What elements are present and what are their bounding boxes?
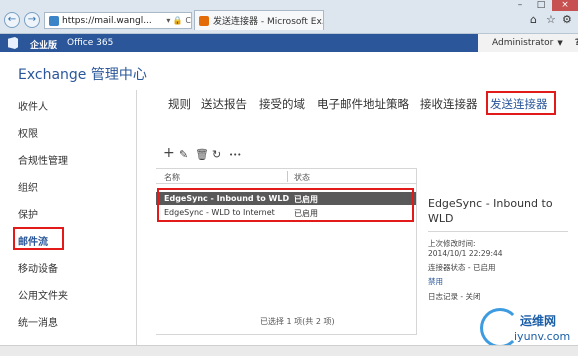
tab-favicon-icon (199, 15, 209, 26)
tab-title: 发送连接器 - Microsoft Ex... (213, 17, 324, 27)
tab-email-address-policies[interactable]: 电子邮件地址策略 (317, 96, 409, 112)
add-icon[interactable]: + (163, 145, 175, 161)
nav-item-mobile[interactable]: 移动设备 (18, 260, 58, 275)
enterprise-link[interactable]: 企业版 (30, 38, 57, 51)
detail-title: EdgeSync - Inbound to WLD (428, 197, 553, 225)
nav-item-permissions[interactable]: 权限 (18, 125, 38, 140)
nav-divider (136, 90, 137, 356)
detail-pane: EdgeSync - Inbound to WLD (428, 196, 568, 226)
admin-name: Administrator (492, 38, 554, 48)
refresh-icon[interactable]: ↻ (212, 148, 221, 161)
browser-chrome: ← → https://mail.wangl... ▾ 🔒 C 发送连接器 - … (0, 0, 578, 34)
home-icon[interactable]: ⌂ (530, 13, 537, 26)
minimize-button[interactable]: – (510, 0, 530, 11)
table-bottom-border (156, 334, 417, 335)
edit-icon[interactable]: ✎ (179, 148, 188, 161)
column-status[interactable]: 状态 (294, 172, 310, 183)
chevron-down-icon: ▼ (557, 39, 563, 47)
highlight-mail-flow (13, 227, 64, 250)
nav-item-compliance[interactable]: 合规性管理 (18, 152, 68, 167)
highlight-send-connectors (486, 91, 556, 115)
column-name[interactable]: 名称 (164, 172, 180, 183)
nav-item-unified-messaging[interactable]: 统一消息 (18, 314, 58, 329)
arrow-left-icon: ← (7, 14, 17, 25)
back-button[interactable]: ← (4, 12, 20, 28)
tab-receive-connectors[interactable]: 接收连接器 (420, 96, 478, 112)
disable-link[interactable]: 禁用 (428, 276, 443, 287)
gear-icon[interactable]: ⚙ (562, 13, 572, 26)
user-menu[interactable]: Administrator ▼ ? (478, 34, 578, 52)
nav-item-organization[interactable]: 组织 (18, 179, 38, 194)
more-icon[interactable]: ••• (229, 151, 241, 159)
table-border (416, 168, 417, 334)
nav-item-public-folders[interactable]: 公用文件夹 (18, 287, 68, 302)
connector-status: 连接器状态 - 已启用 (428, 263, 496, 272)
selection-count: 已选择 1 项(共 2 项) (260, 317, 335, 326)
horizontal-scrollbar[interactable] (0, 345, 578, 356)
watermark-url: iyunv.com (514, 330, 571, 343)
nav-item-recipients[interactable]: 收件人 (18, 98, 48, 113)
watermark-brand: 运维网 (520, 314, 557, 328)
modified-value: 2014/10/1 22:29:44 (428, 249, 503, 258)
modified-label: 上次修改时间: (428, 239, 476, 248)
table-header: 名称 状态 (156, 168, 416, 184)
tab-accepted-domains[interactable]: 接受的域 (259, 96, 305, 112)
page-title: Exchange 管理中心 (18, 67, 147, 83)
maximize-button[interactable]: □ (531, 0, 551, 11)
nav-item-protection[interactable]: 保护 (18, 206, 38, 221)
star-icon[interactable]: ☆ (546, 13, 556, 26)
highlight-table-rows (157, 188, 414, 222)
forward-button[interactable]: → (24, 12, 40, 28)
address-url: https://mail.wangl... (62, 15, 152, 26)
arrow-right-icon: → (27, 14, 37, 25)
address-bar[interactable]: https://mail.wangl... ▾ 🔒 C (44, 12, 192, 29)
window-close-button[interactable]: × (552, 0, 578, 11)
detail-divider (428, 231, 568, 232)
address-controls[interactable]: ▾ 🔒 C (166, 16, 191, 25)
tab-delivery-reports[interactable]: 送达报告 (201, 96, 247, 112)
office-logo-icon (8, 37, 18, 49)
tab-rules[interactable]: 规则 (168, 96, 191, 112)
column-separator (287, 171, 288, 182)
site-favicon-icon (49, 15, 59, 26)
office365-link[interactable]: Office 365 (67, 38, 113, 48)
delete-icon[interactable]: 🗑 (195, 148, 209, 161)
browser-tab[interactable]: 发送连接器 - Microsoft Ex... × (194, 10, 324, 30)
